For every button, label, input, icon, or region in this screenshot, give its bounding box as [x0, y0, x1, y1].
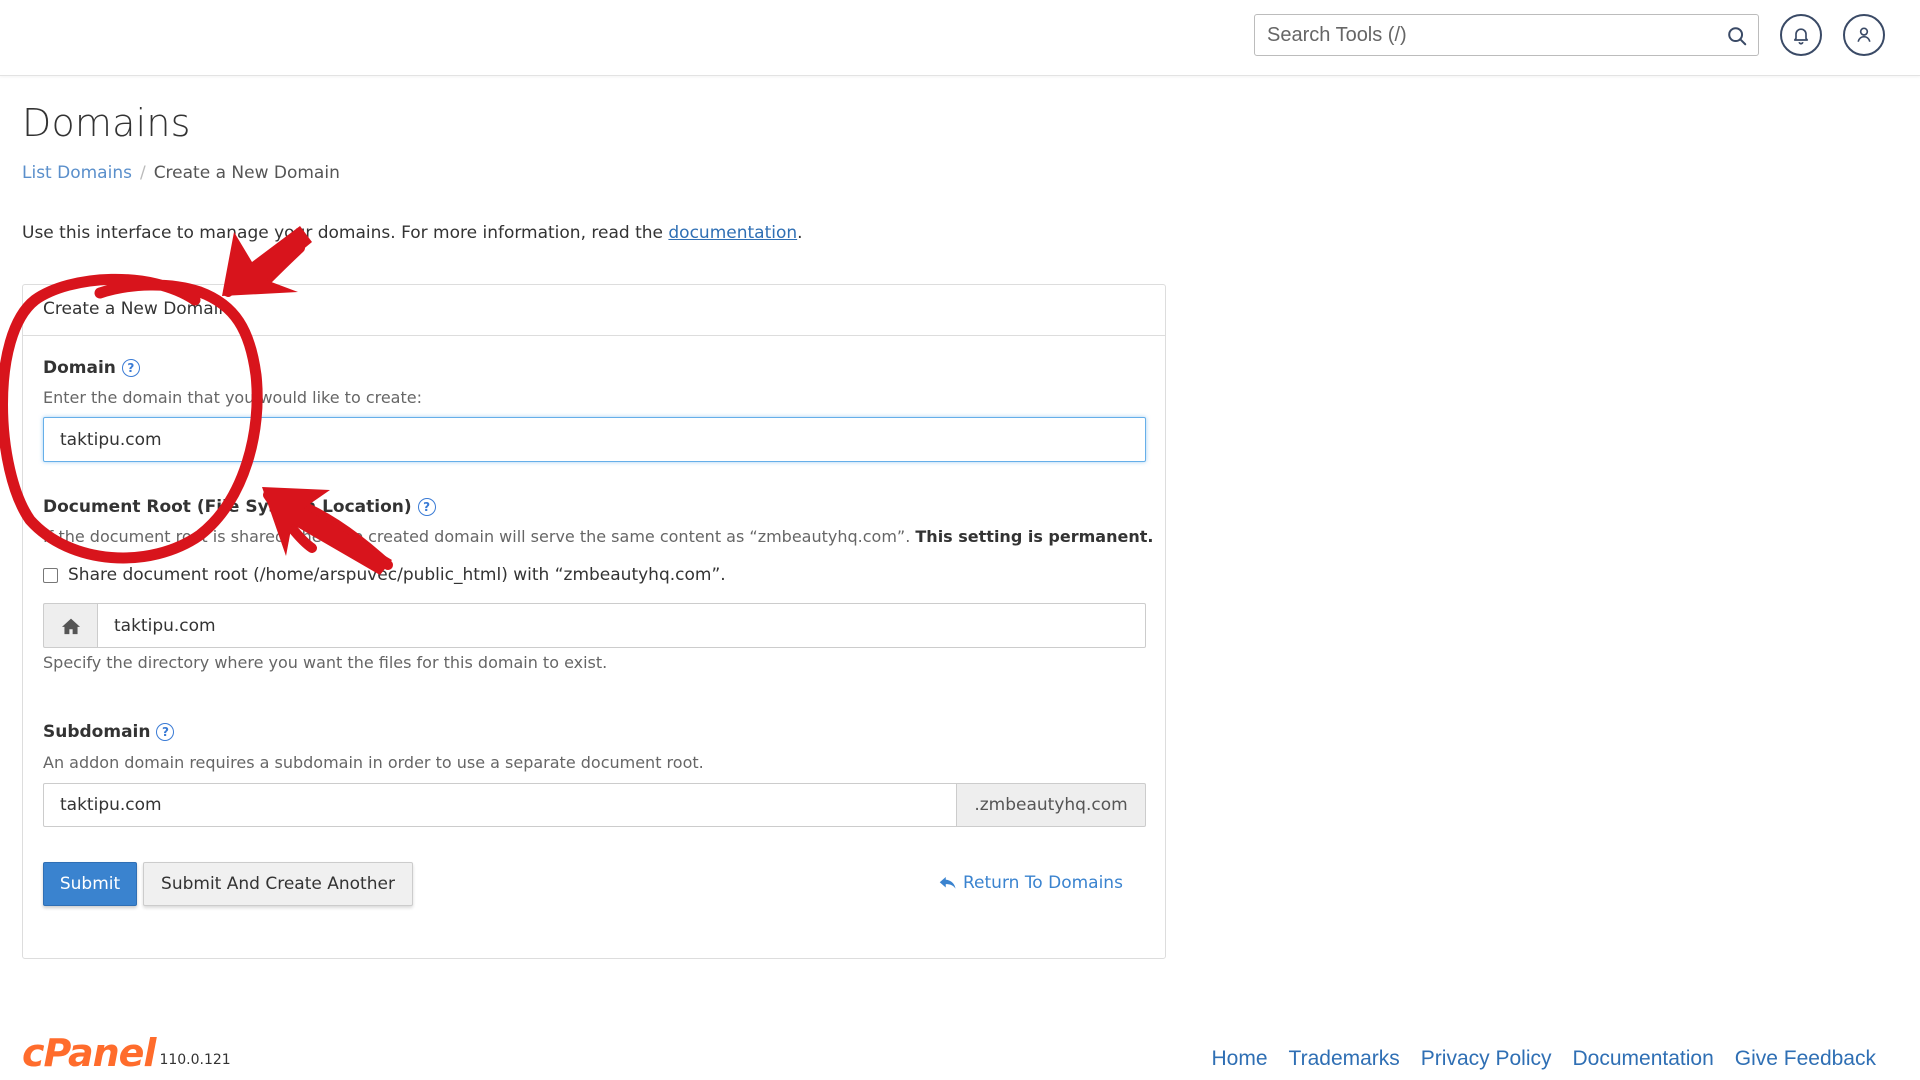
docroot-hint-text: If the document root is shared, then the… [43, 527, 911, 546]
top-bar [0, 0, 1920, 76]
search-icon[interactable] [1726, 25, 1748, 47]
cpanel-brand: cPanel [22, 1031, 156, 1075]
create-domain-panel: Create a New Domain Domain ? Enter the d… [22, 284, 1166, 959]
subdomain-input[interactable] [43, 783, 957, 827]
intro-prefix: Use this interface to manage your domain… [22, 223, 669, 243]
breadcrumb-separator: / [139, 163, 146, 183]
docroot-home-addon [43, 603, 97, 648]
submit-button[interactable]: Submit [43, 862, 137, 906]
subdomain-label-text: Subdomain [43, 722, 151, 742]
help-icon[interactable]: ? [156, 723, 175, 741]
docroot-label: Document Root (File System Location) ? [43, 497, 436, 517]
return-to-domains-link[interactable]: Return To Domains [939, 873, 1123, 893]
return-to-domains-label[interactable]: Return To Domains [963, 873, 1123, 893]
footer-links: Home Trademarks Privacy Policy Documenta… [1212, 1047, 1876, 1071]
home-icon [61, 618, 80, 634]
intro-text: Use this interface to manage your domain… [22, 223, 803, 243]
domain-label: Domain ? [43, 358, 140, 378]
breadcrumb-current: Create a New Domain [153, 163, 340, 183]
breadcrumb: List Domains / Create a New Domain [22, 163, 340, 183]
notifications-button[interactable] [1780, 14, 1822, 56]
footer-link-home[interactable]: Home [1212, 1047, 1268, 1071]
help-icon[interactable]: ? [417, 498, 436, 516]
user-icon [1857, 27, 1871, 42]
share-docroot-checkbox[interactable] [43, 567, 58, 583]
cpanel-logo: cPanel 110.0.121 [22, 1034, 231, 1072]
user-menu-button[interactable] [1843, 14, 1885, 56]
help-icon[interactable]: ? [121, 359, 140, 377]
cpanel-version: 110.0.121 [159, 1052, 231, 1068]
reply-icon [939, 877, 956, 889]
intro-suffix: . [797, 223, 803, 243]
docroot-permanent-note: This setting is permanent. [915, 527, 1154, 546]
footer-link-give-feedback[interactable]: Give Feedback [1735, 1047, 1876, 1071]
breadcrumb-list-domains[interactable]: List Domains [22, 163, 132, 183]
domain-input[interactable] [43, 417, 1146, 462]
submit-and-create-another-button[interactable]: Submit And Create Another [143, 862, 413, 906]
docroot-input[interactable] [97, 603, 1146, 648]
subdomain-suffix: .zmbeautyhq.com [957, 783, 1146, 827]
footer-link-trademarks[interactable]: Trademarks [1289, 1047, 1400, 1071]
subdomain-hint: An addon domain requires a subdomain in … [43, 753, 704, 772]
docroot-help-text: Specify the directory where you want the… [43, 653, 608, 672]
subdomain-label: Subdomain ? [43, 722, 175, 742]
bell-icon [1793, 28, 1809, 45]
docroot-label-text: Document Root (File System Location) [43, 497, 412, 517]
domain-label-text: Domain [43, 358, 116, 378]
panel-heading: Create a New Domain [23, 285, 1165, 336]
page-title: Domains [22, 101, 191, 145]
search-box[interactable] [1254, 14, 1759, 56]
docroot-hint: If the document root is shared, then the… [43, 527, 1153, 546]
domain-hint: Enter the domain that you would like to … [43, 388, 422, 407]
search-input[interactable] [1255, 15, 1715, 55]
footer-link-documentation[interactable]: Documentation [1573, 1047, 1714, 1071]
documentation-link[interactable]: documentation [668, 223, 797, 243]
share-docroot-label[interactable]: Share document root (/home/arspuvec/publ… [68, 565, 726, 585]
share-docroot-row[interactable]: Share document root (/home/arspuvec/publ… [43, 565, 726, 585]
footer-link-privacy-policy[interactable]: Privacy Policy [1421, 1047, 1552, 1071]
